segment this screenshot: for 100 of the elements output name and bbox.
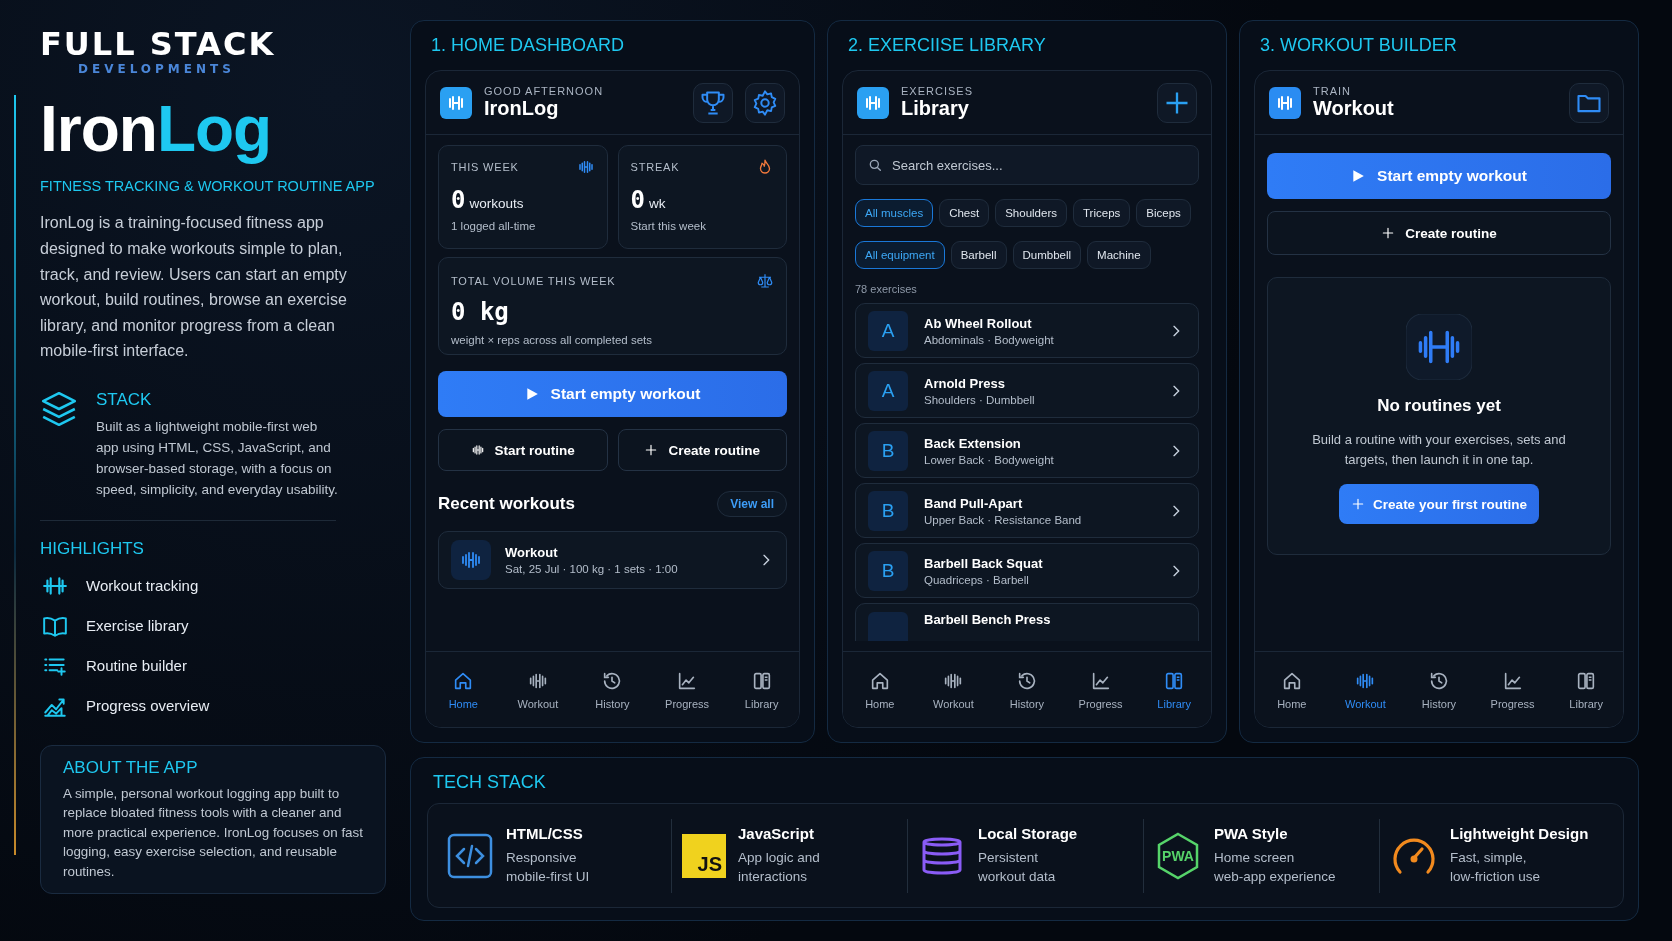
start-routine-button[interactable]: Start routine [438,429,608,471]
bars-icon [576,158,595,176]
filter-chip[interactable]: All muscles [855,199,934,227]
nav-tab[interactable]: Library [1549,652,1623,727]
play-icon [1351,169,1366,183]
stat-label: STREAK [630,161,680,173]
exercise-row[interactable]: Barbell Bench Press [855,603,1199,641]
panel-title: 3. WORKOUT BUILDER [1260,35,1458,56]
nav-tab[interactable]: Home [1255,652,1329,727]
nav-tab[interactable]: History [1402,652,1476,727]
nav-tab[interactable]: Home [843,652,917,727]
nav-tab[interactable]: History [990,652,1064,727]
filter-chip[interactable]: Chest [939,199,990,227]
folder-button[interactable] [1569,82,1609,123]
workout-meta: Sat, 25 Jul · 100 kg · 1 sets · 1:00 [505,563,678,575]
stat-unit: wk [648,196,666,211]
panel-title: 1. HOME DASHBOARD [431,35,626,56]
scale-icon [756,272,774,290]
initial-avatar: B [868,430,908,471]
start-workout-button[interactable]: Start empty workout [1267,153,1611,199]
about-text: A simple, personal workout logging app built to replace bloated fitness tools with a cleaner and more practical experience. IronLog focuses on fast logging, easy exercise selection, and reusable routines. [63,784,364,881]
filter-chip[interactable]: Dumbbell [1012,241,1082,269]
exercise-row[interactable]: A Arnold Press Shoulders · Dumbbell [855,363,1199,418]
filter-chip[interactable]: Barbell [950,241,1007,269]
exercise-meta: Quadriceps · Barbell [924,573,1029,586]
settings-button[interactable] [745,82,785,123]
initial-avatar: A [868,310,908,351]
nav-tab[interactable]: Progress [649,652,725,727]
tech-name: Local Storage [978,825,1078,842]
plus-icon [1381,226,1396,240]
stat-unit: workouts [469,196,524,211]
brand-subtitle: DEVELOPMENTS [78,62,235,76]
highlight-item: Workout tracking [86,577,199,595]
stat-label: THIS WEEK [451,161,519,173]
tech-name: PWA Style [1214,825,1289,842]
stat-note: Start this week [630,220,707,232]
nav-tab[interactable]: Workout [500,652,576,727]
create-routine-button[interactable]: Create routine [617,429,787,471]
exercise-name: Barbell Bench Press [924,612,1051,627]
filter-chip[interactable]: All equipment [855,241,945,269]
greeting: GOOD AFTERNOON [484,85,604,97]
section-heading: Recent workouts [438,494,575,514]
workout-name: Workout [505,545,558,560]
highlights-title: HIGHLIGHTS [40,538,145,559]
filter-chip[interactable]: Shoulders [995,199,1067,227]
highlight-item: Exercise library [86,617,189,635]
filter-chip[interactable]: Biceps [1136,199,1191,227]
exercise-row[interactable]: B Barbell Back Squat Quadriceps · Barbell [855,543,1199,598]
exercise-name: Band Pull-Apart [924,495,1023,511]
create-routine-button[interactable]: Create routine [1267,211,1611,255]
volume-value: 0 kg [451,298,510,326]
nav-tab[interactable]: Progress [1063,652,1138,727]
add-button[interactable] [1157,82,1197,123]
brand-name: FULL STACK [40,28,276,60]
stat-value: 0 [451,186,466,214]
tagline: FITNESS TRACKING & WORKOUT ROUTINE APP [40,178,376,195]
js-logo: JS [682,833,726,878]
highlight-item: Routine builder [86,657,187,675]
exercise-name: Arnold Press [924,375,1005,391]
nav-tab[interactable]: History [575,652,650,727]
nav-tab[interactable]: Workout [1328,652,1403,727]
highlight-item: Progress overview [86,697,210,715]
tech-name: HTML/CSS [506,825,584,842]
tech-description: Fast, simple, low-friction use [1450,849,1542,886]
screen-heading: IronLog [484,97,559,120]
initial-avatar: A [868,370,908,411]
nav-tab[interactable]: Home [426,652,501,727]
nav-tab[interactable]: Workout [916,652,991,727]
exercise-row[interactable]: B Back Extension Lower Back · Bodyweight [855,423,1199,478]
nav-tab[interactable]: Progress [1475,652,1550,727]
trophy-button[interactable] [693,82,733,123]
stat-value: 0 [630,186,645,214]
nav-tab[interactable]: Library [724,652,799,727]
view-all-button[interactable]: View all [717,491,787,517]
stat-note: 1 logged all-time [451,220,537,232]
search-field[interactable]: Search exercises... [855,145,1199,185]
start-workout-button[interactable]: Start empty workout [438,371,787,417]
tech-description: Persistent workout data [978,849,1057,886]
app-icon [440,86,472,119]
screen-heading: Workout [1313,97,1394,120]
tech-description: Home screen web-app experience [1214,849,1336,886]
initial-avatar: B [868,550,908,591]
workout-row[interactable]: Workout Sat, 25 Jul · 100 kg · 1 sets · 1:00 [438,531,787,589]
exercise-row[interactable]: A Ab Wheel Rollout Abdominals · Bodyweight [855,303,1199,358]
create-first-routine-button[interactable]: Create your first routine [1339,484,1539,524]
exercise-name: Barbell Back Squat [924,555,1043,571]
tech-name: JavaScript [738,825,815,842]
exercise-row[interactable]: B Band Pull-Apart Upper Back · Resistance Band [855,483,1199,538]
filter-chip[interactable]: Triceps [1073,199,1131,227]
nav-tab[interactable]: Library [1137,652,1211,727]
filter-chip[interactable]: Machine [1087,241,1151,269]
layers-icon [40,389,78,428]
settings-icon [751,88,779,117]
bars-icon [1406,314,1472,380]
panel-title: TECH STACK [433,772,547,793]
screen-heading: Library [901,97,969,120]
app-icon [1269,86,1301,119]
empty-title: No routines yet [1377,396,1501,416]
exercise-meta: Upper Back · Resistance Band [924,513,1082,526]
tech-description: Responsive mobile-first UI [506,849,590,886]
